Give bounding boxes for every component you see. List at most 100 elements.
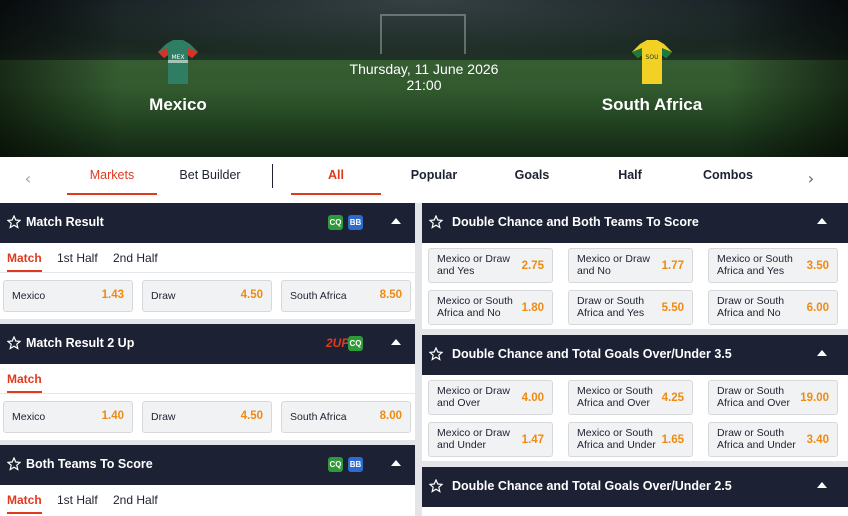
odds-button[interactable]: Mexico 1.40 <box>3 401 133 433</box>
odds-label-line: Draw or South <box>717 427 785 439</box>
odds-value: 19.00 <box>800 392 829 404</box>
match-result-header[interactable]: Match Result CQ BB <box>0 203 415 243</box>
bb-badge-icon: BB <box>348 457 363 472</box>
goal-frame <box>380 14 466 54</box>
odds-label-line: Mexico or South <box>437 295 513 307</box>
cq-badge-icon: CQ <box>328 457 343 472</box>
odds-label: Mexico or South Africa and Yes <box>717 253 793 277</box>
btts-header[interactable]: Both Teams To Score CQ BB <box>0 445 415 485</box>
tab-goals[interactable]: Goals <box>487 157 577 195</box>
odds-label-line: Mexico or Draw <box>437 427 510 439</box>
odds-button[interactable]: Mexico or Draw and Yes 2.75 <box>428 248 553 283</box>
away-team-name: South Africa <box>601 95 703 114</box>
odds-value: 1.65 <box>661 434 684 446</box>
odds-value: 4.25 <box>661 392 684 404</box>
subtab-match[interactable]: Match <box>7 372 42 393</box>
subtab-match[interactable]: Match <box>7 251 42 272</box>
odds-label: South Africa <box>290 411 347 423</box>
match-result-2up-odds: Mexico 1.40 Draw 4.50 South Africa 8.00 <box>0 394 415 440</box>
odds-button[interactable]: Mexico or Draw and No 1.77 <box>568 248 693 283</box>
subtab-1st-half[interactable]: 1st Half <box>57 493 98 507</box>
odds-button[interactable]: Draw 4.50 <box>142 401 272 433</box>
odds-value: 4.50 <box>240 289 263 301</box>
odds-label-line: Mexico or Draw <box>437 253 510 265</box>
odds-button[interactable]: Draw 4.50 <box>142 280 272 312</box>
subtab-1st-half[interactable]: 1st Half <box>57 251 98 265</box>
collapse-caret-icon[interactable] <box>817 482 827 488</box>
tab-combos[interactable]: Combos <box>683 157 773 195</box>
star-icon[interactable] <box>7 457 21 471</box>
tab-bet-builder[interactable]: Bet Builder <box>166 157 254 195</box>
cq-badge-icon: CQ <box>348 336 363 351</box>
star-icon[interactable] <box>7 215 21 229</box>
tab-popular[interactable]: Popular <box>389 157 479 195</box>
match-result-2up-header[interactable]: Match Result 2 Up 2UP CQ <box>0 324 415 364</box>
dc-tg35-header[interactable]: Double Chance and Total Goals Over/Under… <box>422 335 848 375</box>
subtab-2nd-half[interactable]: 2nd Half <box>113 251 158 265</box>
dc-btts-header[interactable]: Double Chance and Both Teams To Score <box>422 203 848 243</box>
btts-title: Both Teams To Score <box>26 457 153 471</box>
mexico-shirt-code: MEX <box>171 54 184 61</box>
cq-badge-icon: CQ <box>328 215 343 230</box>
chevron-right-icon[interactable]: › <box>800 168 822 190</box>
odds-label-line: and No <box>577 265 611 277</box>
tab-half[interactable]: Half <box>585 157 675 195</box>
odds-label-line: Mexico or Draw <box>437 385 510 397</box>
odds-label-line: Africa and Yes <box>717 265 785 277</box>
odds-button[interactable]: Mexico or South Africa and Under 1.65 <box>568 422 693 457</box>
dc-tg35-odds: Mexico or Draw and Over 4.00 Mexico or So… <box>422 375 848 461</box>
odds-label: Mexico or South Africa and Under <box>577 427 656 451</box>
odds-button[interactable]: Mexico or Draw and Over 4.00 <box>428 380 553 415</box>
odds-button[interactable]: South Africa 8.50 <box>281 280 411 312</box>
match-date: Thursday, 11 June 2026 <box>349 61 499 77</box>
match-result-2up-title: Match Result 2 Up <box>26 336 135 350</box>
tab-markets[interactable]: Markets <box>67 157 157 195</box>
match-result-subtabs: Match 1st Half 2nd Half <box>0 243 415 273</box>
star-icon[interactable] <box>429 347 443 361</box>
odds-value: 8.50 <box>379 289 402 301</box>
odds-button[interactable]: Draw or South Africa and Yes 5.50 <box>568 290 693 325</box>
collapse-caret-icon[interactable] <box>391 460 401 466</box>
match-result-2up-subtabs: Match <box>0 364 415 394</box>
home-team-name: Mexico <box>149 95 207 114</box>
odds-label-line: Africa and Over <box>577 397 650 409</box>
odds-button[interactable]: Draw or South Africa and Over 19.00 <box>708 380 838 415</box>
odds-button[interactable]: Mexico or South Africa and No 1.80 <box>428 290 553 325</box>
market-tab-bar: ‹ Markets Bet Builder All Popular Goals … <box>0 157 848 203</box>
odds-button[interactable]: Mexico or Draw and Under 1.47 <box>428 422 553 457</box>
dc-tg25-title: Double Chance and Total Goals Over/Under… <box>452 479 732 493</box>
mexico-shirt-icon: MEX <box>158 40 198 84</box>
match-hero: MEX SOU Mexico South Africa Thursday, 11… <box>0 0 848 157</box>
collapse-caret-icon[interactable] <box>391 339 401 345</box>
odds-label: Draw or South Africa and Over <box>717 385 790 409</box>
dc-tg25-odds <box>422 507 848 516</box>
star-icon[interactable] <box>429 215 443 229</box>
odds-button[interactable]: South Africa 8.00 <box>281 401 411 433</box>
match-result-title: Match Result <box>26 215 104 229</box>
south-africa-shirt-icon: SOU <box>632 40 672 84</box>
collapse-caret-icon[interactable] <box>391 218 401 224</box>
odds-label: Draw or South Africa and Yes <box>577 295 644 319</box>
collapse-caret-icon[interactable] <box>817 350 827 356</box>
odds-button[interactable]: Draw or South Africa and Under 3.40 <box>708 422 838 457</box>
btts-subtabs: Match 1st Half 2nd Half <box>0 485 415 516</box>
odds-button[interactable]: Mexico or South Africa and Over 4.25 <box>568 380 693 415</box>
odds-label-line: Mexico or Draw <box>577 253 650 265</box>
odds-button[interactable]: Draw or South Africa and No 6.00 <box>708 290 838 325</box>
2up-badge-icon: 2UP <box>326 336 350 350</box>
collapse-caret-icon[interactable] <box>817 218 827 224</box>
bb-badge-icon: BB <box>348 215 363 230</box>
odds-label: Mexico <box>12 411 46 423</box>
odds-button[interactable]: Mexico 1.43 <box>3 280 133 312</box>
odds-value: 4.50 <box>240 410 263 422</box>
odds-label-line: Draw or South <box>717 385 785 397</box>
star-icon[interactable] <box>429 479 443 493</box>
star-icon[interactable] <box>7 336 21 350</box>
tab-all[interactable]: All <box>291 157 381 195</box>
chevron-left-icon[interactable]: ‹ <box>17 168 39 190</box>
odds-button[interactable]: Mexico or South Africa and Yes 3.50 <box>708 248 838 283</box>
subtab-match[interactable]: Match <box>7 493 42 514</box>
odds-value: 2.75 <box>521 260 544 272</box>
dc-tg25-header[interactable]: Double Chance and Total Goals Over/Under… <box>422 467 848 507</box>
subtab-2nd-half[interactable]: 2nd Half <box>113 493 158 507</box>
